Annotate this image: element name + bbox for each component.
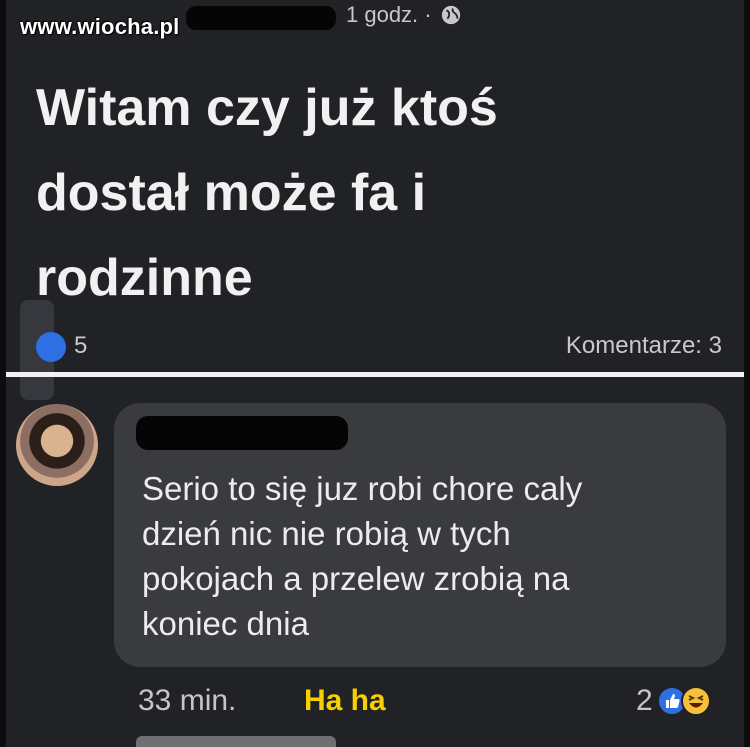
avatar[interactable]	[16, 404, 98, 486]
comment-reaction-summary[interactable]: 2	[636, 684, 711, 718]
comment-text-line: Serio to się juz robi chore caly	[142, 470, 583, 507]
cut-off-text	[136, 736, 336, 747]
comment-text-line: dzień nic nie robią w tych	[142, 515, 511, 552]
redacted-commenter-name	[136, 416, 348, 450]
reaction-count[interactable]: 5	[74, 332, 87, 360]
comment-time[interactable]: 33 min.	[138, 684, 236, 718]
post-text-line: dostał może fa i	[36, 164, 427, 222]
post-time[interactable]: 1 godz. ·	[346, 2, 432, 28]
haha-icon	[680, 686, 711, 716]
comment-text-line: koniec dnia	[142, 605, 309, 642]
divider	[6, 372, 744, 377]
like-icon[interactable]	[36, 332, 66, 362]
comment-footer: 33 min. Ha ha 2	[6, 680, 744, 726]
globe-icon	[441, 5, 460, 25]
haha-reaction-button[interactable]: Ha ha	[304, 684, 386, 718]
comment-text-line: pokojach a przelew zrobią na	[142, 560, 570, 597]
redacted-author-name	[186, 6, 336, 30]
comments-count[interactable]: Komentarze: 3	[566, 332, 722, 360]
post-text-line: rodzinne	[36, 249, 253, 307]
post-meta: 1 godz. ·	[346, 2, 462, 28]
post-reactions-row: 5 Komentarze: 3	[6, 328, 744, 368]
watermark: www.wiocha.pl	[20, 14, 180, 39]
post-text: Witam czy już ktoś dostał może fa i rodz…	[36, 66, 676, 321]
comment-reaction-count: 2	[636, 684, 653, 717]
comment-text: Serio to się juz robi chore caly dzień n…	[142, 466, 702, 646]
facebook-post-screenshot: 1 godz. · Witam czy już ktoś dostał może…	[6, 0, 744, 747]
post-text-line: Witam czy już ktoś	[36, 79, 498, 137]
